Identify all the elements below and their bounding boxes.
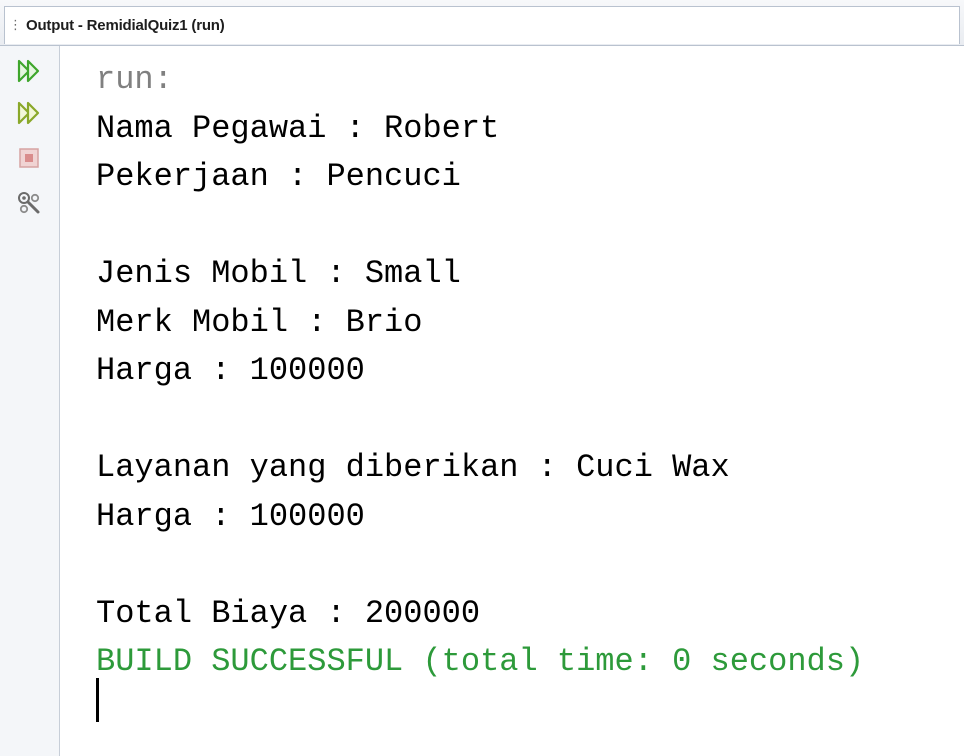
console-line: Nama Pegawai : Robert — [96, 109, 500, 147]
console-line: Total Biaya : 200000 — [96, 594, 481, 632]
rerun-with-params-icon — [17, 101, 40, 125]
console-line: Harga : 100000 — [96, 352, 365, 389]
drag-grip-icon[interactable]: ⋮ — [9, 19, 22, 32]
text-cursor — [96, 678, 99, 722]
output-tab-title: Output - RemidialQuiz1 (run) — [26, 17, 225, 34]
rerun-with-params-button[interactable] — [14, 98, 44, 128]
rerun-button[interactable] — [14, 56, 44, 86]
console-output[interactable]: run: Nama Pegawai : Robert Pekerjaan : Pen… — [96, 56, 956, 687]
console-line: BUILD SUCCESSFUL (total time: 0 seconds) — [96, 643, 865, 680]
console-line: Jenis Mobil : Small — [96, 255, 461, 292]
stop-button[interactable] — [14, 143, 44, 173]
rerun-icon — [17, 59, 40, 83]
output-tab-bar: ⋮ Output - RemidialQuiz1 (run) — [0, 0, 964, 46]
output-side-toolbar — [0, 46, 60, 756]
stop-icon — [19, 148, 39, 168]
settings-button[interactable] — [14, 188, 44, 218]
output-tab[interactable]: ⋮ Output - RemidialQuiz1 (run) — [4, 6, 960, 44]
settings-wrench-icon — [18, 192, 40, 214]
console-line: Pekerjaan : Pencuci — [96, 158, 461, 195]
console-line: run: — [96, 61, 173, 98]
console-line: Layanan yang diberikan : Cuci Wax — [96, 449, 730, 486]
console-line: Harga : 100000 — [96, 497, 365, 535]
console-line: Merk Mobil : Brio — [96, 303, 423, 341]
